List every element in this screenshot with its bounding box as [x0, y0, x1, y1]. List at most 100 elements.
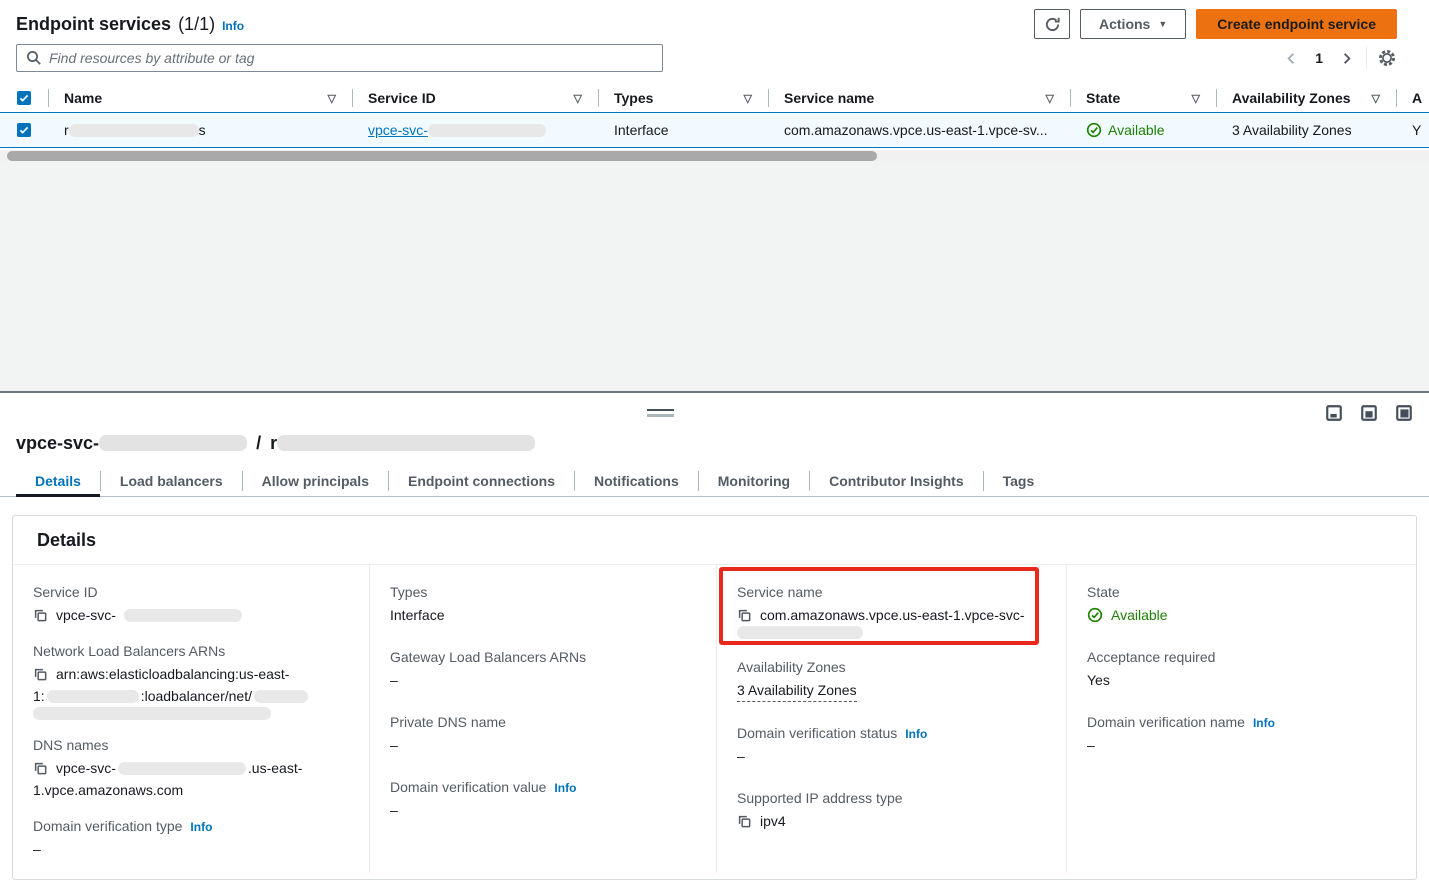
- copy-icon[interactable]: [33, 761, 48, 776]
- current-page-number[interactable]: 1: [1311, 50, 1327, 66]
- service-id-link[interactable]: vpce-svc-: [368, 122, 546, 138]
- next-page-button[interactable]: [1337, 49, 1356, 68]
- create-endpoint-service-button[interactable]: Create endpoint service: [1196, 9, 1397, 39]
- redacted-text: [124, 609, 242, 622]
- panel-size-medium-button[interactable]: [1360, 404, 1378, 422]
- availability-zones-link[interactable]: 3 Availability Zones: [1232, 122, 1352, 138]
- tab-monitoring[interactable]: Monitoring: [699, 466, 809, 496]
- redacted-text: [118, 762, 246, 775]
- toolbar: 1: [16, 43, 1397, 73]
- copy-icon[interactable]: [33, 667, 48, 682]
- info-link[interactable]: Info: [190, 820, 212, 834]
- actions-button[interactable]: Actions ▼: [1080, 9, 1186, 39]
- tab-endpoint-connections[interactable]: Endpoint connections: [389, 466, 574, 496]
- details-card-heading: Details: [13, 516, 1416, 565]
- column-header-clipped[interactable]: A: [1396, 84, 1429, 112]
- column-header-service-name[interactable]: Service name▽: [768, 84, 1070, 112]
- cell-availability-zones: 3 Availability Zones: [1216, 122, 1396, 138]
- filter-icon[interactable]: ▽: [1372, 92, 1380, 105]
- column-header-service-id[interactable]: Service ID▽: [352, 84, 598, 112]
- title-group: Endpoint services (1/1) Info: [16, 14, 244, 35]
- vpc-endpoint-services-page: Endpoint services (1/1) Info Actions ▼ Cr…: [0, 0, 1429, 886]
- search-box[interactable]: [16, 44, 663, 72]
- horizontal-scrollbar-thumb[interactable]: [7, 151, 877, 161]
- field-domain-verification-name: Domain verification nameInfo –: [1087, 714, 1396, 756]
- filter-icon[interactable]: ▽: [574, 92, 582, 105]
- column-header-name[interactable]: Name▽: [48, 84, 352, 112]
- refresh-button[interactable]: [1034, 9, 1070, 39]
- tab-allow-principals[interactable]: Allow principals: [243, 466, 388, 496]
- gear-icon: [1377, 48, 1397, 68]
- redacted-text: [254, 690, 308, 703]
- column-header-availability-zones[interactable]: Availability Zones▽: [1216, 84, 1396, 112]
- check-icon: [18, 124, 30, 136]
- tab-bar: Details Load balancers Allow principals …: [0, 466, 1429, 497]
- refresh-icon: [1044, 16, 1061, 33]
- pagination: 1: [1282, 46, 1397, 70]
- table-preferences-button[interactable]: [1377, 48, 1397, 68]
- redacted-text: [33, 707, 271, 720]
- previous-page-button[interactable]: [1282, 49, 1301, 68]
- info-link[interactable]: Info: [905, 727, 927, 741]
- header-info-link[interactable]: Info: [222, 19, 244, 33]
- tab-details[interactable]: Details: [16, 466, 100, 496]
- details-column-2: Types Interface Gateway Load Balancers A…: [369, 565, 716, 873]
- field-acceptance-required: Acceptance required Yes: [1087, 649, 1396, 691]
- panel-size-small-button[interactable]: [1325, 404, 1343, 422]
- available-status-icon: [1087, 607, 1103, 623]
- field-types: Types Interface: [390, 584, 696, 626]
- copy-icon[interactable]: [33, 608, 48, 623]
- field-domain-verification-value: Domain verification valueInfo –: [390, 779, 696, 821]
- page-title: Endpoint services: [16, 14, 171, 35]
- field-domain-verification-status: Domain verification statusInfo –: [737, 725, 1046, 767]
- cell-state: Available: [1070, 122, 1216, 138]
- cell-service-id: vpce-svc-: [352, 122, 598, 138]
- cell-types: Interface: [598, 122, 768, 138]
- redacted-text: [737, 626, 863, 639]
- field-domain-verification-type: Domain verification typeInfo –: [33, 818, 349, 860]
- panel-size-large-button[interactable]: [1395, 404, 1413, 422]
- content-background: [0, 161, 1429, 391]
- search-input[interactable]: [49, 50, 653, 66]
- actions-button-label: Actions: [1099, 16, 1150, 32]
- tab-contributor-insights[interactable]: Contributor Insights: [810, 466, 983, 496]
- caret-down-icon: ▼: [1158, 19, 1167, 29]
- field-availability-zones: Availability Zones 3 Availability Zones: [737, 659, 1046, 702]
- pagination-divider: [1366, 46, 1367, 70]
- filter-icon[interactable]: ▽: [744, 92, 752, 105]
- field-service-id: Service ID vpce-svc-: [33, 584, 349, 626]
- redacted-text: [277, 435, 535, 451]
- redacted-text: [47, 690, 139, 703]
- header-actions: Actions ▼ Create endpoint service: [1034, 9, 1397, 39]
- endpoint-services-table: Name▽ Service ID▽ Types▽ Service name▽ S…: [0, 84, 1429, 162]
- filter-icon[interactable]: ▽: [1192, 92, 1200, 105]
- select-all-checkbox[interactable]: [17, 91, 31, 105]
- details-column-1: Service ID vpce-svc- Network Load Balanc…: [13, 565, 369, 873]
- chevron-right-icon: [1339, 51, 1354, 66]
- split-panel-size-controls: [1325, 404, 1413, 422]
- info-link[interactable]: Info: [554, 781, 576, 795]
- column-header-types[interactable]: Types▽: [598, 84, 768, 112]
- copy-icon[interactable]: [737, 814, 752, 829]
- info-link[interactable]: Info: [1253, 716, 1275, 730]
- tab-load-balancers[interactable]: Load balancers: [101, 466, 242, 496]
- tab-notifications[interactable]: Notifications: [575, 466, 698, 496]
- redacted-text: [428, 124, 546, 137]
- tab-tags[interactable]: Tags: [984, 466, 1054, 496]
- field-gateway-load-balancers-arns: Gateway Load Balancers ARNs –: [390, 649, 696, 691]
- table-header: Name▽ Service ID▽ Types▽ Service name▽ S…: [0, 84, 1429, 112]
- filter-icon[interactable]: ▽: [328, 92, 336, 105]
- cell-name: rs: [48, 122, 352, 138]
- availability-zones-link[interactable]: 3 Availability Zones: [737, 679, 857, 702]
- resource-count: (1/1): [178, 14, 215, 35]
- field-dns-names: DNS names vpce-svc-.us-east- 1.vpce.amaz…: [33, 737, 349, 801]
- filter-icon[interactable]: ▽: [1046, 92, 1054, 105]
- details-card: Details Service ID vpce-svc- Network Loa…: [12, 515, 1417, 880]
- column-header-state[interactable]: State▽: [1070, 84, 1216, 112]
- copy-icon[interactable]: [737, 608, 752, 623]
- split-panel-drag-handle[interactable]: [647, 409, 674, 417]
- row-checkbox[interactable]: [17, 123, 31, 137]
- table-row[interactable]: rs vpce-svc- Interface com.amazonaws.vpc…: [0, 112, 1429, 148]
- redacted-text: [99, 435, 247, 451]
- panel-title: vpce-svc- / r: [16, 433, 535, 454]
